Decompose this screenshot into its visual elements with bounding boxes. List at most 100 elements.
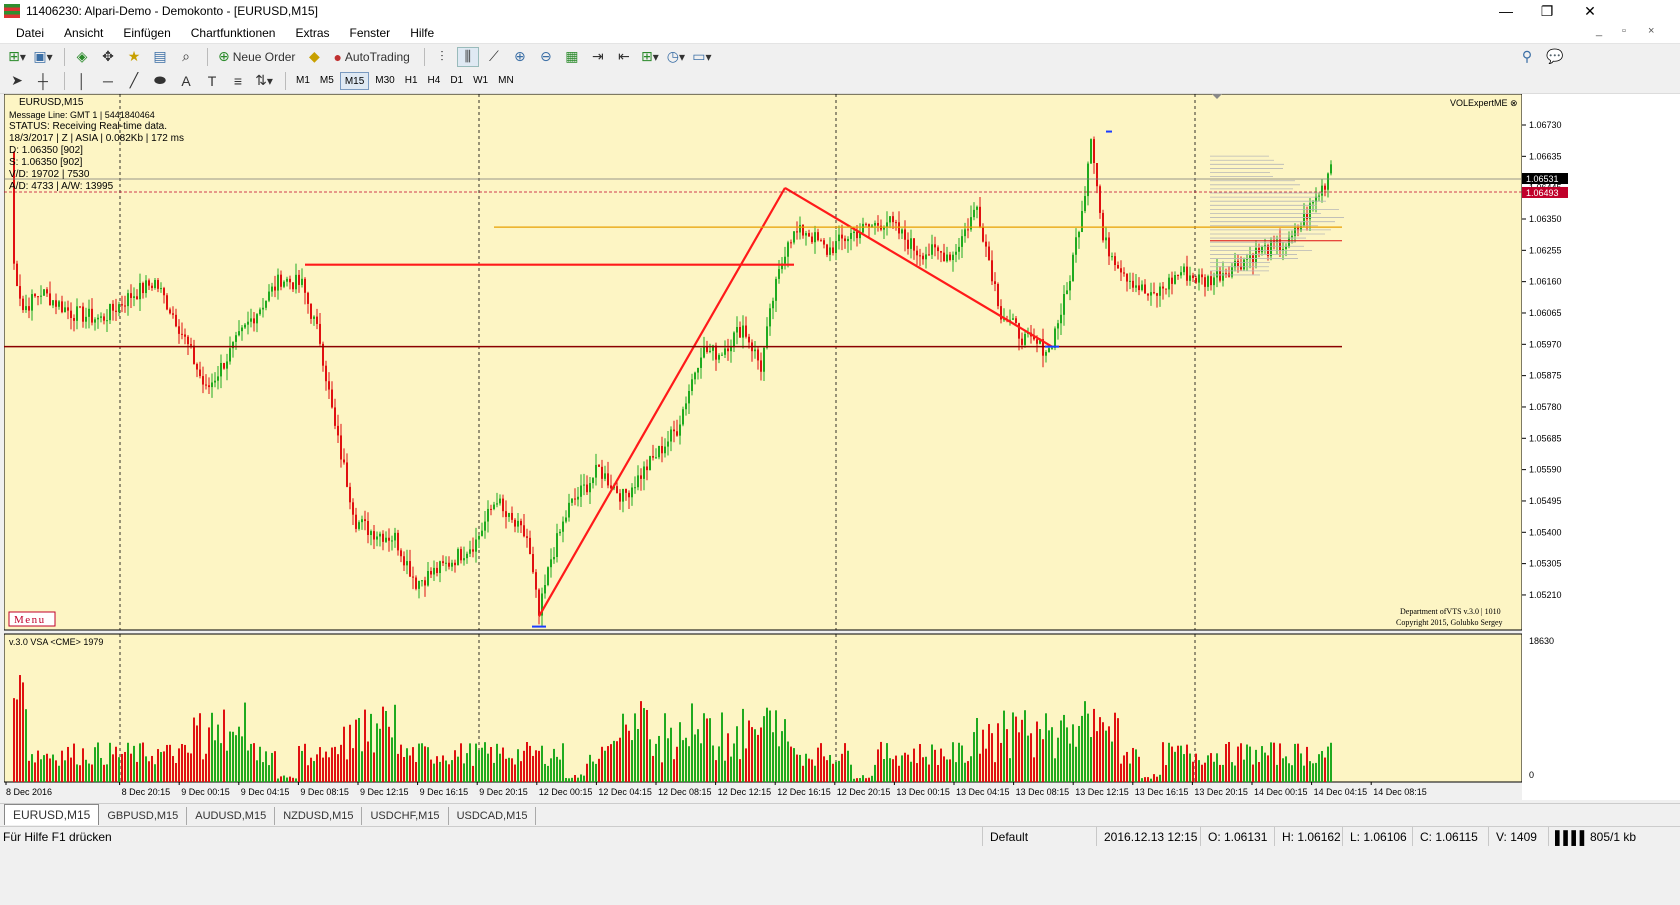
menu-datei[interactable]: Datei xyxy=(6,26,54,40)
chart-shift-icon[interactable]: ⇤ xyxy=(613,47,635,67)
candle-body xyxy=(904,229,906,240)
volume-bar xyxy=(1000,742,1002,782)
candle-body xyxy=(1045,352,1047,356)
candle-body xyxy=(553,557,555,560)
candle-body xyxy=(34,294,36,297)
time-tick-label: 13 Dec 16:15 xyxy=(1135,787,1189,797)
menu-ansicht[interactable]: Ansicht xyxy=(54,26,113,40)
volume-bar xyxy=(865,778,867,782)
menu-einfuegen[interactable]: Einfügen xyxy=(113,26,180,40)
restore-icon[interactable]: ❐ xyxy=(1527,0,1567,22)
volume-bar xyxy=(1315,762,1317,782)
candle-body xyxy=(388,537,390,541)
menu-chartfunktionen[interactable]: Chartfunktionen xyxy=(181,26,286,40)
bar-chart-icon[interactable]: ⫶ xyxy=(431,47,453,67)
menu-fenster[interactable]: Fenster xyxy=(340,26,401,40)
timeframe-w1[interactable]: W1 xyxy=(469,72,492,90)
data-window-icon[interactable]: ✥ xyxy=(97,47,119,67)
timeframe-d1[interactable]: D1 xyxy=(446,72,467,90)
tile-windows-icon[interactable]: ▦ xyxy=(561,47,583,67)
candle-body xyxy=(838,234,840,242)
mdi-close-icon[interactable]: × xyxy=(1648,25,1654,37)
volume-bar xyxy=(496,743,498,782)
terminal-icon[interactable]: ▤ xyxy=(149,47,171,67)
candle-body xyxy=(1132,280,1134,288)
candle-body xyxy=(664,446,666,454)
chart-window[interactable]: 1.067301.066351.064451.063501.062551.061… xyxy=(4,94,1680,800)
shapes-icon[interactable]: ⬬ xyxy=(149,71,171,91)
timeframe-m1[interactable]: M1 xyxy=(292,72,314,90)
timeframe-h1[interactable]: H1 xyxy=(401,72,422,90)
menu-extras[interactable]: Extras xyxy=(285,26,339,40)
volume-bar xyxy=(850,764,852,782)
volume-bar xyxy=(637,728,639,782)
line-chart-icon[interactable]: ⟋ xyxy=(483,47,505,67)
navigator-icon[interactable]: ★ xyxy=(123,47,145,67)
volume-bar xyxy=(1270,742,1272,782)
periods-icon[interactable]: ◷ ▾ xyxy=(665,47,687,67)
candle-body xyxy=(547,567,549,586)
tab-nzdusd[interactable]: NZDUSD,M15 xyxy=(275,807,363,825)
tab-usdcad[interactable]: USDCAD,M15 xyxy=(449,807,537,825)
timeframe-mn[interactable]: MN xyxy=(494,72,518,90)
candlestick-icon[interactable]: ⫼ xyxy=(456,46,479,67)
candle-body xyxy=(1177,275,1179,277)
zoom-in-icon[interactable]: ⊕ xyxy=(509,47,531,67)
tab-usdchf[interactable]: USDCHF,M15 xyxy=(362,807,449,825)
text-icon[interactable]: A xyxy=(175,71,197,91)
candle-body xyxy=(634,487,636,489)
cursor-icon[interactable]: ➤ xyxy=(6,71,28,91)
strategy-tester-icon[interactable]: ⌕ xyxy=(175,47,197,67)
volume-bar xyxy=(925,756,927,782)
fibonacci-icon[interactable]: ≡ xyxy=(227,71,249,91)
timeframe-m30[interactable]: M30 xyxy=(371,72,398,90)
tab-gbpusd[interactable]: GBPUSD,M15 xyxy=(99,807,188,825)
autoscroll-icon[interactable]: ⇥ xyxy=(587,47,609,67)
volume-bar xyxy=(712,745,714,782)
profiles-icon[interactable]: ▣ ▾ xyxy=(32,47,54,67)
zoom-out-icon[interactable]: ⊖ xyxy=(535,47,557,67)
new-chart-icon[interactable]: ⊞ ▾ xyxy=(6,47,28,67)
metaeditor-icon[interactable]: ◆ xyxy=(303,47,325,67)
trendline-icon[interactable]: ╱ xyxy=(123,71,145,91)
arrows-icon[interactable]: ⇅ ▾ xyxy=(253,71,275,91)
candle-body xyxy=(76,306,78,321)
volume-bar xyxy=(997,723,999,782)
candle-body xyxy=(394,532,396,541)
tab-audusd[interactable]: AUDUSD,M15 xyxy=(187,807,276,825)
minimize-icon[interactable]: — xyxy=(1486,0,1526,22)
timeframe-h4[interactable]: H4 xyxy=(424,72,445,90)
indicators-icon[interactable]: ⊞ ▾ xyxy=(639,47,661,67)
candle-body xyxy=(217,376,219,381)
separator xyxy=(207,47,208,66)
templates-icon[interactable]: ▭ ▾ xyxy=(691,47,713,67)
candle-body xyxy=(577,496,579,500)
volume-bar xyxy=(610,744,612,782)
volume-bar xyxy=(517,749,519,782)
horizontal-line-icon[interactable]: ─ xyxy=(97,71,119,91)
vertical-line-icon[interactable]: │ xyxy=(71,71,93,91)
search-icon[interactable]: ⚲ xyxy=(1516,47,1538,67)
volume-bar xyxy=(34,762,36,782)
timeframe-m5[interactable]: M5 xyxy=(316,72,338,90)
market-watch-icon[interactable]: ◈ xyxy=(71,47,93,67)
volume-bar xyxy=(895,755,897,782)
price-chart[interactable]: 1.067301.066351.064451.063501.062551.061… xyxy=(4,94,1680,800)
mdi-minimize-icon[interactable]: _ xyxy=(1596,25,1602,37)
tab-eurusd[interactable]: EURUSD,M15 xyxy=(4,804,100,825)
autotrading-button[interactable]: ● AutoTrading xyxy=(329,47,413,67)
mdi-restore-icon[interactable]: ▫ xyxy=(1622,25,1626,37)
close-icon[interactable]: ✕ xyxy=(1570,0,1610,22)
time-tick-label: 14 Dec 04:15 xyxy=(1314,787,1368,797)
chat-icon[interactable]: 💬 xyxy=(1544,47,1566,67)
menu-hilfe[interactable]: Hilfe xyxy=(400,26,444,40)
candle-body xyxy=(229,348,231,362)
timeframe-m15[interactable]: M15 xyxy=(339,71,370,90)
crosshair-icon[interactable]: ┼ xyxy=(32,71,54,91)
volume-bar xyxy=(934,749,936,782)
candle-body xyxy=(1048,348,1050,353)
candle-body xyxy=(1012,318,1014,320)
text-label-icon[interactable]: T xyxy=(201,71,223,91)
candle-body xyxy=(913,238,915,251)
new-order-button[interactable]: ⊕ Neue Order xyxy=(214,47,299,67)
